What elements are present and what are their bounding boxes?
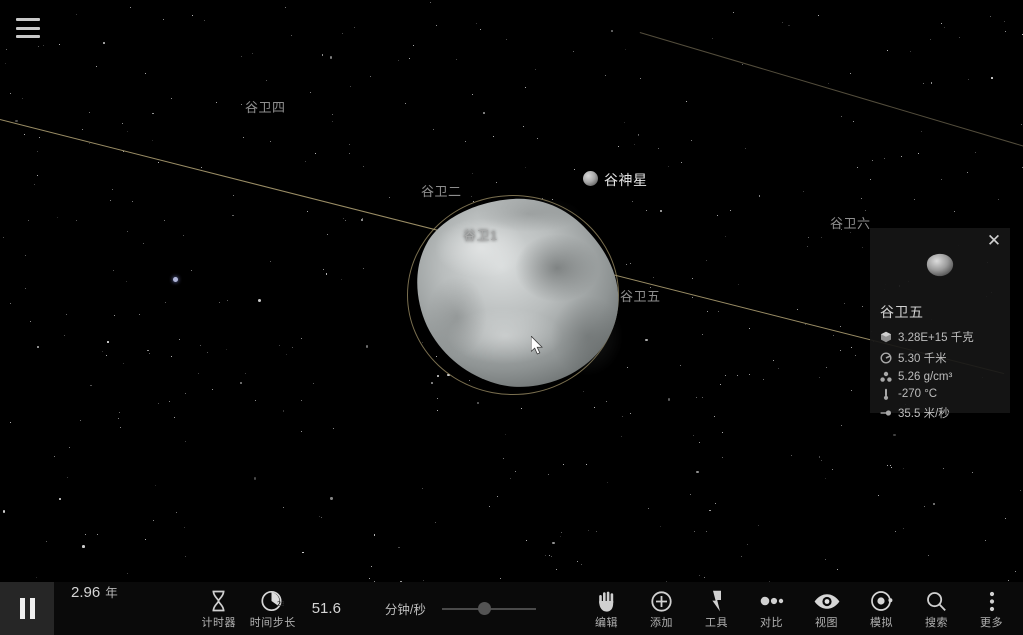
object-info-panel[interactable]: ✕ 谷卫五 3.28E+15 千克 5.30 千米 5.26 g/cm³ -270 °… bbox=[870, 228, 1010, 420]
info-panel-title: 谷卫五 bbox=[880, 304, 924, 320]
info-row-mass: 3.28E+15 千克 bbox=[880, 329, 1000, 345]
info-value: -270 °C bbox=[898, 388, 938, 400]
bottom-toolbar[interactable]: 2.96 年 计时器 23 时间步长 51.6 分钟/秒 编辑 添加 工具 对比… bbox=[0, 582, 1023, 635]
pause-icon[interactable] bbox=[0, 582, 54, 635]
simulation-time-readout: 2.96 年 bbox=[54, 582, 126, 635]
search-button[interactable]: 搜索 bbox=[909, 582, 964, 635]
info-row-density: 5.26 g/cm³ bbox=[880, 371, 1000, 383]
sky-label-3[interactable]: 谷卫六 bbox=[830, 213, 871, 232]
hamburger-bar-3 bbox=[16, 35, 40, 38]
temperature-icon bbox=[880, 388, 892, 400]
pause-bar-1 bbox=[19, 598, 25, 619]
hamburger-menu-icon[interactable] bbox=[16, 18, 40, 38]
pause-bar-2 bbox=[29, 598, 35, 619]
timer-button[interactable]: 计时器 bbox=[192, 582, 246, 635]
search-label: 搜索 bbox=[925, 617, 948, 629]
time-value: 2.96 bbox=[71, 584, 101, 601]
hourglass-icon bbox=[210, 590, 227, 612]
compare-button[interactable]: 对比 bbox=[744, 582, 799, 635]
timer-label: 计时器 bbox=[201, 617, 236, 629]
info-thumbnail-area: ✕ bbox=[870, 228, 1010, 302]
info-value: 5.26 g/cm³ bbox=[898, 371, 953, 383]
add-button[interactable]: 添加 bbox=[634, 582, 689, 635]
sky-label-1[interactable]: 谷卫二 bbox=[421, 181, 462, 200]
asteroid-thumbnail bbox=[926, 253, 954, 277]
mouse-cursor bbox=[530, 335, 544, 360]
sky-label-5[interactable]: 谷卫1 bbox=[463, 225, 498, 244]
hand-icon bbox=[598, 590, 616, 612]
info-stat-rows: 3.28E+15 千克 5.30 千米 5.26 g/cm³ -270 °C 35.5 … bbox=[880, 329, 1000, 421]
info-row-velocity: 35.5 米/秒 bbox=[880, 405, 1000, 421]
search-icon bbox=[926, 590, 947, 612]
clock-icon: 23 bbox=[261, 590, 284, 612]
simulate-label: 模拟 bbox=[870, 617, 893, 629]
slider-knob[interactable] bbox=[478, 602, 492, 615]
mass-icon bbox=[880, 331, 892, 343]
space-viewport[interactable]: 谷卫四 谷卫二 谷神星 谷卫六 谷卫五 谷卫1 ✕ 谷卫五 3.28E+15 千… bbox=[0, 0, 1023, 582]
close-icon[interactable]: ✕ bbox=[986, 233, 1002, 250]
compare-label: 对比 bbox=[760, 617, 783, 629]
asteroid-3d-body[interactable] bbox=[409, 196, 625, 392]
view-button[interactable]: 视图 bbox=[799, 582, 854, 635]
toolbar-action-group: 编辑 添加 工具 对比 视图 模拟 搜索 更多 bbox=[579, 582, 1023, 635]
density-icon bbox=[880, 371, 892, 383]
add-label: 添加 bbox=[650, 617, 673, 629]
tools-button[interactable]: 工具 bbox=[689, 582, 744, 635]
plus-icon bbox=[651, 590, 672, 612]
tools-label: 工具 bbox=[705, 617, 728, 629]
info-body: 谷卫五 3.28E+15 千克 5.30 千米 5.26 g/cm³ -270 °C 3… bbox=[870, 302, 1010, 434]
speed-slider[interactable] bbox=[441, 582, 536, 635]
sky-label-2[interactable]: 谷神星 bbox=[604, 170, 648, 190]
sky-label-4[interactable]: 谷卫五 bbox=[620, 286, 661, 305]
wrench-icon bbox=[709, 590, 724, 612]
dots-icon bbox=[760, 590, 784, 612]
info-value: 35.5 米/秒 bbox=[898, 408, 950, 420]
more-button[interactable]: 更多 bbox=[964, 582, 1019, 635]
edit-label: 编辑 bbox=[595, 617, 618, 629]
time-step-value: 51.6 bbox=[311, 600, 341, 617]
simulate-button[interactable]: 模拟 bbox=[854, 582, 909, 635]
time-step-button[interactable]: 23 时间步长 bbox=[246, 582, 300, 635]
info-value: 3.28E+15 千克 bbox=[898, 332, 974, 344]
ceres-planet-dot[interactable] bbox=[583, 171, 598, 186]
kebab-icon bbox=[989, 590, 995, 612]
info-row-radius: 5.30 千米 bbox=[880, 350, 1000, 366]
hamburger-bar-2 bbox=[16, 26, 40, 30]
time-unit: 年 bbox=[105, 586, 118, 600]
view-label: 视图 bbox=[815, 617, 838, 629]
time-step-label: 时间步长 bbox=[249, 617, 296, 629]
info-row-temperature: -270 °C bbox=[880, 388, 1000, 400]
hamburger-bar-1 bbox=[16, 18, 40, 21]
more-label: 更多 bbox=[980, 617, 1003, 629]
sky-label-0[interactable]: 谷卫四 bbox=[245, 97, 286, 116]
eye-icon bbox=[814, 590, 840, 612]
orbit-icon bbox=[870, 590, 894, 612]
radius-icon bbox=[880, 352, 892, 364]
velocity-icon bbox=[880, 407, 892, 419]
info-value: 5.30 千米 bbox=[898, 353, 947, 365]
edit-button[interactable]: 编辑 bbox=[579, 582, 634, 635]
time-step-unit: 分钟/秒 bbox=[384, 603, 426, 617]
svg-text:23: 23 bbox=[277, 601, 284, 608]
